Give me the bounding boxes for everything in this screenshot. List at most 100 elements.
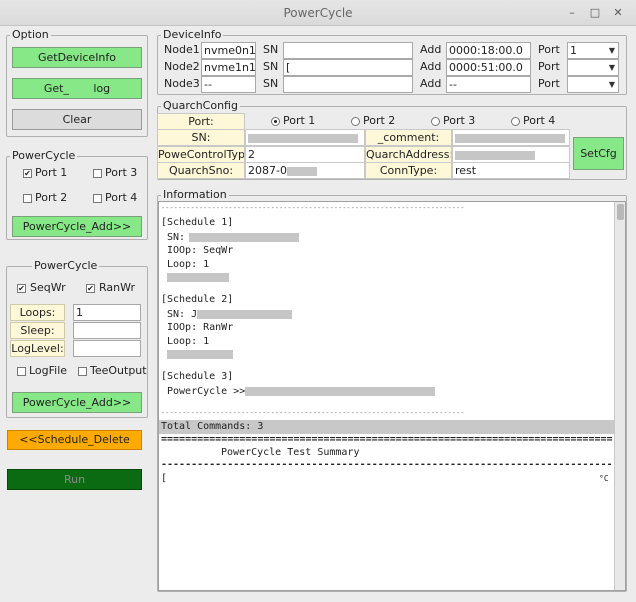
- node2-add-label: Add: [420, 60, 442, 73]
- port3-checkbox[interactable]: [93, 169, 102, 178]
- quarch-address-value[interactable]: [452, 146, 570, 163]
- teeoutput-label: TeeOutput: [90, 364, 147, 377]
- redacted-block: [167, 349, 233, 359]
- quarch-sno-text: 2087-0: [248, 164, 287, 177]
- quarch-conntype-label: ConnType:: [365, 162, 452, 179]
- get-device-info-button[interactable]: GetDeviceInfo: [12, 47, 142, 68]
- quarch-powectl-value[interactable]: 2: [245, 146, 365, 163]
- minimize-icon[interactable]: –: [564, 5, 580, 21]
- schedule2-sn: SN: J: [167, 309, 198, 320]
- node3-add-input[interactable]: --: [446, 76, 531, 93]
- quarch-port2-label: Port 2: [363, 114, 396, 127]
- node3-port-select[interactable]: ▼: [567, 76, 619, 93]
- port2-label: Port 2: [35, 191, 68, 204]
- get-log-button[interactable]: Get_ log: [12, 78, 142, 99]
- port4-checkbox[interactable]: [93, 194, 102, 203]
- deviceinfo-label: DeviceInfo: [161, 28, 224, 41]
- quarch-comment-label: _comment:: [365, 129, 452, 146]
- quarch-address-label: QuarchAddress:: [365, 146, 452, 163]
- node1-sn-label: SN: [263, 43, 279, 56]
- node1-add-label: Add: [420, 43, 442, 56]
- quarch-port3-label: Port 3: [443, 114, 476, 127]
- chevron-down-icon: ▼: [608, 46, 616, 55]
- scrollbar-thumb[interactable]: [617, 204, 624, 220]
- node2-port-select[interactable]: ▼: [567, 59, 619, 76]
- node2-add-input[interactable]: 0000:51:00.0: [446, 59, 531, 76]
- ranwr-checkbox[interactable]: ✔: [86, 284, 95, 293]
- info-divider-top: ----------------------------------------…: [161, 204, 465, 212]
- node2-label: Node2: [164, 60, 200, 73]
- node1-add-input[interactable]: 0000:18:00.0: [446, 42, 531, 59]
- schedule1-title: [Schedule 1]: [161, 217, 234, 228]
- redacted-block: [188, 232, 299, 242]
- redacted-block: [455, 150, 535, 160]
- run-button[interactable]: Run: [7, 469, 142, 490]
- quarch-comment-value[interactable]: [452, 129, 570, 146]
- logfile-label: LogFile: [29, 364, 68, 377]
- information-textarea[interactable]: ----------------------------------------…: [158, 201, 626, 591]
- node3-label: Node3: [164, 77, 200, 90]
- sleep-input[interactable]: [73, 322, 141, 339]
- quarch-powectl-label: PoweControlType:: [157, 146, 245, 163]
- clear-button[interactable]: Clear: [12, 109, 142, 130]
- info-divider-bottom: ----------------------------------------…: [161, 409, 465, 417]
- close-icon[interactable]: ✕: [610, 5, 626, 21]
- redacted-block: [455, 133, 565, 143]
- ranwr-label: RanWr: [99, 281, 136, 294]
- seqwr-checkbox[interactable]: ✔: [17, 284, 26, 293]
- scrollbar[interactable]: [614, 202, 625, 590]
- powercycle-io-label: PowerCycle: [32, 259, 100, 272]
- loglevel-label: LogLevel:: [10, 340, 65, 357]
- information-label: Information: [161, 188, 229, 201]
- quarch-sn-label: SN:: [157, 129, 245, 146]
- redacted-block: [245, 386, 436, 396]
- quarch-sno-value[interactable]: 2087-0: [245, 162, 365, 179]
- schedule1-sn-line: SN:: [167, 230, 299, 244]
- node1-port-select[interactable]: 1 ▼: [567, 42, 619, 59]
- schedule-delete-button[interactable]: <<Schedule_Delete: [7, 430, 142, 450]
- node2-device-input[interactable]: nvme1n1: [201, 59, 256, 76]
- node1-device-input[interactable]: nvme0n1: [201, 42, 256, 59]
- port4-label: Port 4: [105, 191, 138, 204]
- node3-device-input[interactable]: --: [201, 76, 256, 93]
- schedule2-title: [Schedule 2]: [161, 294, 234, 305]
- port1-label: Port 1: [35, 166, 68, 179]
- schedule1-extra: [167, 270, 229, 283]
- node1-label: Node1: [164, 43, 200, 56]
- redacted-block: [248, 133, 358, 143]
- total-commands: Total Commands: 3: [159, 420, 614, 434]
- maximize-icon[interactable]: □: [587, 5, 603, 21]
- loops-input[interactable]: 1: [73, 304, 141, 321]
- quarch-sn-value[interactable]: [245, 129, 365, 146]
- powercycle-add-button-1[interactable]: PowerCycle_Add>>: [12, 216, 142, 237]
- loglevel-input[interactable]: [73, 340, 141, 357]
- loops-label: Loops:: [10, 304, 65, 321]
- port1-checkbox[interactable]: ✔: [23, 169, 32, 178]
- schedule2-extra: [167, 347, 233, 360]
- powercycle-add-button-2[interactable]: PowerCycle_Add>>: [12, 392, 142, 413]
- quarch-conntype-value[interactable]: rest: [452, 162, 570, 179]
- quarch-port3-radio[interactable]: [431, 117, 440, 126]
- logfile-checkbox[interactable]: [17, 367, 26, 376]
- quarchconfig-label: QuarchConfig: [161, 99, 240, 112]
- setcfg-button[interactable]: SetCfg: [573, 137, 624, 170]
- node1-port-label: Port: [538, 43, 560, 56]
- quarch-port4-radio[interactable]: [511, 117, 520, 126]
- node1-sn-input[interactable]: [283, 42, 413, 59]
- chevron-down-icon: ▼: [608, 63, 616, 72]
- schedule3-title: [Schedule 3]: [161, 371, 234, 382]
- quarch-port1-radio[interactable]: [271, 117, 280, 126]
- node3-add-label: Add: [420, 77, 442, 90]
- schedule3-line: PowerCycle >>: [167, 384, 436, 398]
- redacted-block: [197, 309, 293, 319]
- node3-sn-label: SN: [263, 77, 279, 90]
- summary-row-right: °C: [599, 474, 609, 483]
- quarch-port2-radio[interactable]: [351, 117, 360, 126]
- node2-sn-input[interactable]: [: [283, 59, 413, 76]
- node3-sn-input[interactable]: [283, 76, 413, 93]
- node2-sn-label: SN: [263, 60, 279, 73]
- port2-checkbox[interactable]: [23, 194, 32, 203]
- window-title: PowerCycle: [283, 6, 353, 20]
- schedule3-powercycle: PowerCycle >>: [167, 386, 246, 397]
- teeoutput-checkbox[interactable]: [78, 367, 87, 376]
